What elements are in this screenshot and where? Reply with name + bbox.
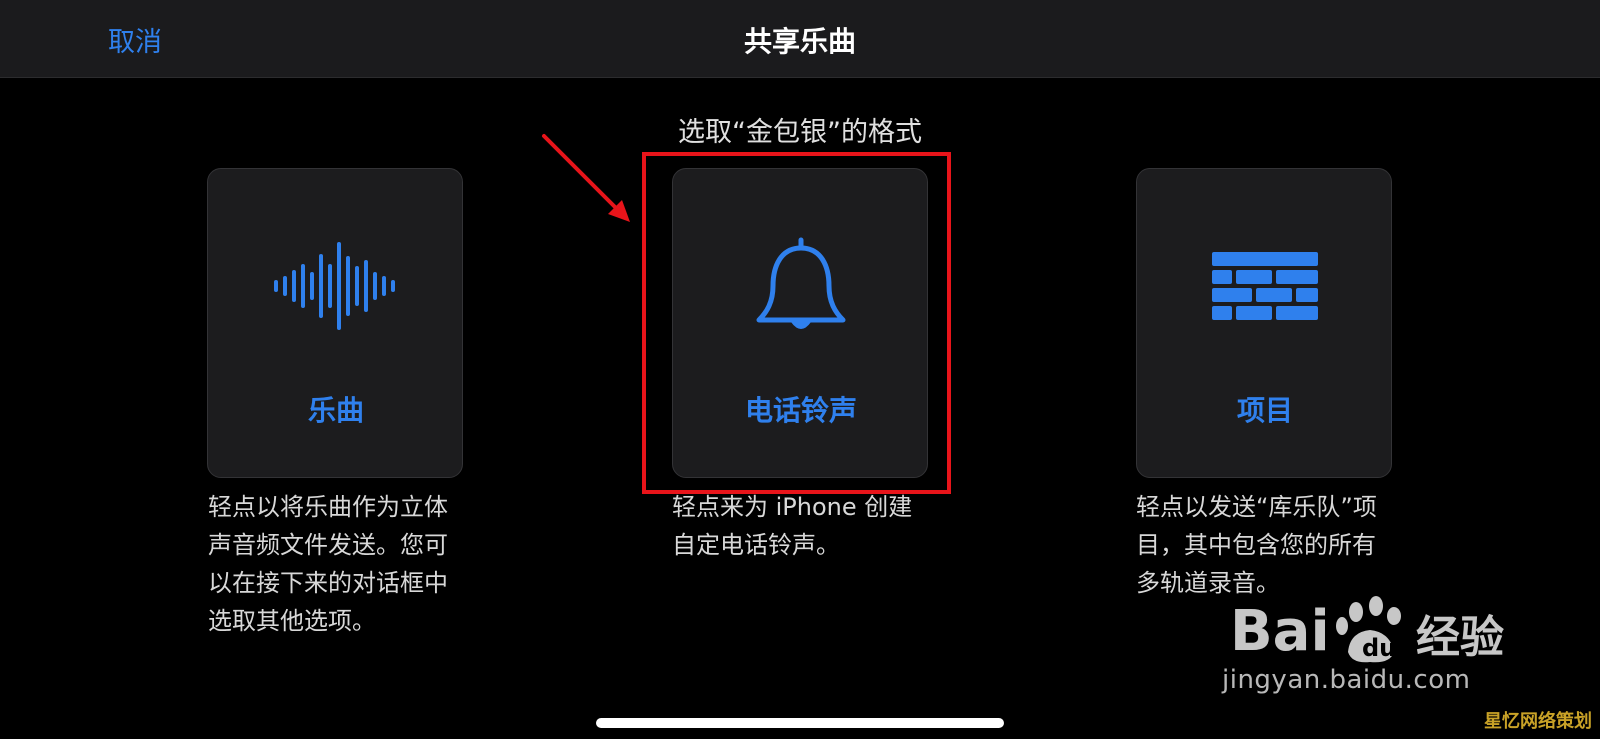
option-ringtone-label: 电话铃声	[744, 394, 857, 427]
watermark-url: jingyan.baidu.com	[1222, 665, 1471, 695]
option-ringtone-card[interactable]: 电话铃声	[672, 168, 928, 478]
bricks-icon	[1137, 231, 1393, 341]
option-project-card[interactable]: 项目	[1136, 168, 1392, 478]
format-prompt: 选取“金包银”的格式	[678, 117, 922, 148]
svg-text:经验: 经验	[1416, 612, 1504, 663]
page-title: 共享乐曲	[743, 25, 856, 58]
navigation-bar: 取消 共享乐曲	[0, 0, 1600, 78]
svg-text:Bai: Bai	[1230, 599, 1330, 664]
waveform-icon	[208, 231, 464, 341]
option-project-label: 项目	[1236, 394, 1293, 427]
option-song-label: 乐曲	[307, 394, 364, 427]
option-song-description: 轻点以将乐曲作为立体声音频文件发送。您可以在接下来的对话框中选取其他选项。	[208, 493, 448, 635]
svg-text:du: du	[1362, 634, 1396, 662]
option-ringtone-description: 轻点来为 iPhone 创建自定电话铃声。	[672, 493, 913, 559]
option-song-card[interactable]: 乐曲	[207, 168, 463, 478]
baidu-jingyan-logo-icon: Bai du 经验	[1230, 596, 1504, 664]
share-song-screen: 取消 共享乐曲 选取“金包银”的格式 乐曲 轻点以将乐曲作为立体声音频文件发送。…	[0, 0, 1600, 739]
home-indicator[interactable]	[596, 718, 1004, 728]
bell-icon	[673, 231, 929, 341]
option-project-description: 轻点以发送“库乐队”项目，其中包含您的所有多轨道录音。	[1136, 493, 1377, 597]
watermark-corner-text: 星忆网络策划	[1484, 711, 1592, 732]
